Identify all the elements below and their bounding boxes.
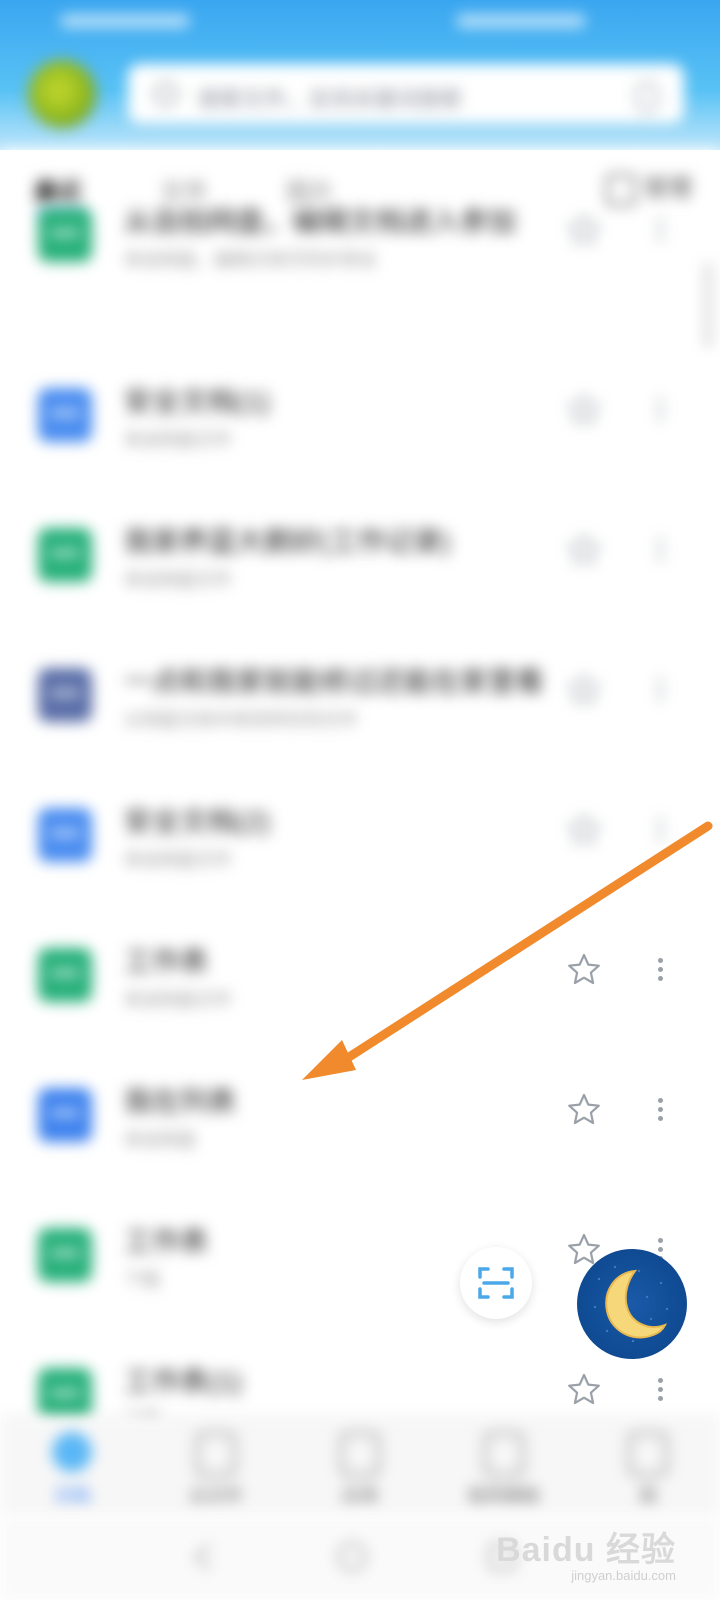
file-subtitle: 来自网盘文件 [124, 990, 232, 1010]
star-icon[interactable] [566, 1092, 602, 1128]
file-title: 工作表 [124, 1226, 209, 1257]
documents-icon [52, 1432, 92, 1472]
nav-item-稻壳模板[interactable]: 稻壳模板 [432, 1416, 576, 1516]
nav-item-文档[interactable]: 文档 [0, 1416, 144, 1516]
list-item-content: 安全文档(2) 来自网盘文件 [0, 770, 720, 900]
star-icon[interactable] [566, 1372, 602, 1408]
nav-item-我[interactable]: 我 [576, 1416, 720, 1516]
star-icon[interactable] [566, 812, 602, 848]
list-item[interactable]: 一点和我家就能修过还能在家里看从网盘文档中修改转存到文件 [0, 630, 720, 760]
more-options-icon[interactable] [656, 534, 664, 568]
file-subtitle: 来自网盘 [124, 1130, 196, 1150]
file-title: 安全文档(1) [124, 386, 271, 417]
list-item-content: 从自拍网盘，编辑文档进入参加来自网盘，编辑文档可同步参加 [0, 170, 720, 300]
voice-icon[interactable] [636, 82, 658, 112]
home-icon[interactable] [334, 1539, 370, 1575]
app-header: 搜索文件，支持关键词搜索 [0, 0, 720, 150]
nav-label: 文档 [54, 1486, 90, 1506]
night-mode-button[interactable] [577, 1249, 687, 1359]
list-item[interactable]: 安全文档(1) 来自网盘文件 [0, 350, 720, 480]
file-type-icon [38, 668, 92, 722]
back-icon[interactable] [186, 1539, 222, 1575]
more-options-icon[interactable] [656, 394, 664, 428]
profile-icon [628, 1432, 668, 1476]
more-options-icon[interactable] [656, 674, 664, 708]
nav-label: 稻壳模板 [468, 1486, 540, 1506]
search-placeholder: 搜索文件，支持关键词搜索 [198, 87, 463, 112]
file-title: 安全文档(2) [124, 806, 271, 837]
search-icon [154, 82, 178, 106]
file-title: 我家养蓝大鹅好(工作记录) [124, 526, 451, 557]
file-subtitle: 来自网盘，编辑文档可同步参加 [124, 250, 376, 270]
file-type-icon [38, 1368, 92, 1422]
list-item[interactable]: 工作表 来自网盘文件 [0, 910, 720, 1040]
nav-item-云文件[interactable]: 云文件 [144, 1416, 288, 1516]
more-options-icon[interactable] [656, 1374, 664, 1408]
file-type-icon [38, 208, 92, 262]
nav-label: 云文件 [189, 1486, 243, 1506]
file-subtitle: 从网盘文档中修改转存到文件 [124, 710, 358, 730]
list-item-content: 一点和我家就能修过还能在家里看从网盘文档中修改转存到文件 [0, 630, 720, 760]
file-type-icon [38, 388, 92, 442]
file-type-icon [38, 528, 92, 582]
search-bar[interactable]: 搜索文件，支持关键词搜索 [128, 64, 684, 124]
file-subtitle: 来自网盘文件 [124, 570, 232, 590]
file-subtitle: 来自网盘文件 [124, 430, 232, 450]
star-icon[interactable] [566, 532, 602, 568]
file-title: 一点和我家就能修过还能在家里看 [124, 666, 545, 697]
bottom-nav: 文档 云文件 应用 稻壳模板 我 [0, 1415, 720, 1516]
star-icon[interactable] [566, 392, 602, 428]
cloud-files-icon [196, 1432, 236, 1476]
nav-item-应用[interactable]: 应用 [288, 1416, 432, 1516]
scrollbar-handle[interactable] [704, 262, 712, 348]
list-item[interactable]: 我在列表 来自网盘 [0, 1050, 720, 1180]
file-type-icon [38, 808, 92, 862]
list-item-content: 安全文档(1) 来自网盘文件 [0, 350, 720, 480]
template-icon [484, 1432, 524, 1476]
file-type-icon [38, 948, 92, 1002]
nav-label: 我 [639, 1486, 657, 1506]
list-item-content: 工作表 来自网盘文件 [0, 910, 720, 1040]
star-icon[interactable] [566, 212, 602, 248]
more-options-icon[interactable] [656, 954, 664, 988]
file-subtitle: 来自网盘文件 [124, 850, 232, 870]
moon-icon [593, 1265, 669, 1343]
more-options-icon[interactable] [656, 814, 664, 848]
status-bar [0, 0, 720, 44]
file-title: 从自拍网盘，编辑文档进入参加 [124, 206, 517, 237]
file-subtitle: 下载 [124, 1270, 160, 1290]
baidu-watermark: Baidu 经验 jingyan.baidu.com [496, 1522, 676, 1583]
avatar[interactable] [28, 60, 96, 128]
nav-label: 应用 [342, 1486, 378, 1506]
list-item-content: 我家养蓝大鹅好(工作记录) 来自网盘文件 [0, 490, 720, 620]
star-icon[interactable] [566, 672, 602, 708]
more-options-icon[interactable] [656, 214, 664, 248]
apps-icon [340, 1432, 380, 1476]
file-type-icon [38, 1228, 92, 1282]
file-title: 工作表(1) [124, 1366, 243, 1397]
watermark-text: Baidu 经验 [496, 1531, 676, 1569]
more-options-icon[interactable] [656, 1094, 664, 1128]
list-item-content: 我在列表 来自网盘 [0, 1050, 720, 1180]
file-type-icon [38, 1088, 92, 1142]
list-item[interactable]: 我家养蓝大鹅好(工作记录) 来自网盘文件 [0, 490, 720, 620]
watermark-url: jingyan.baidu.com [571, 1568, 676, 1583]
file-title: 工作表 [124, 946, 209, 977]
scan-icon [478, 1267, 514, 1299]
scan-button[interactable] [460, 1247, 532, 1319]
file-title: 我在列表 [124, 1086, 237, 1117]
list-item[interactable]: 安全文档(2) 来自网盘文件 [0, 770, 720, 900]
list-item[interactable]: 从自拍网盘，编辑文档进入参加来自网盘，编辑文档可同步参加 [0, 170, 720, 300]
star-icon[interactable] [566, 952, 602, 988]
